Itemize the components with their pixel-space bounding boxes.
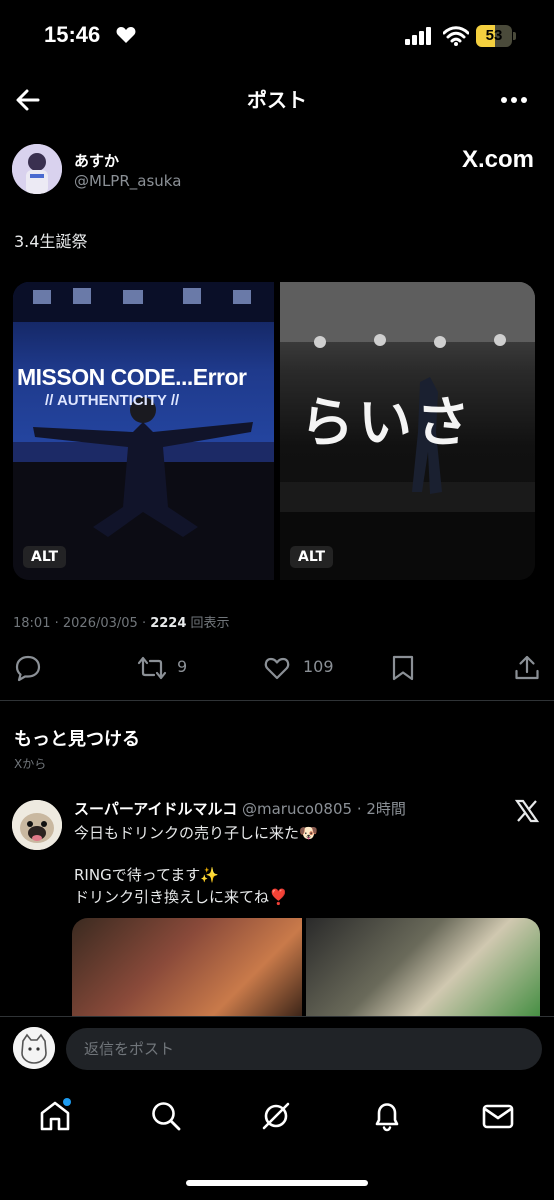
post-metadata: 18:01 · 2026/03/05 · 2224 回表示	[13, 616, 230, 631]
repost-count: 9	[177, 657, 188, 676]
tab-grok[interactable]	[258, 1098, 294, 1134]
suggested-author-handle[interactable]: @maruco0805	[242, 800, 352, 818]
reply-icon	[15, 655, 41, 682]
notification-dot	[63, 1098, 71, 1106]
reply-button[interactable]	[14, 654, 44, 682]
post-time: 18:01	[13, 616, 51, 631]
tab-notifications[interactable]	[369, 1098, 405, 1134]
top-navigation: ポスト	[0, 72, 554, 128]
user-avatar	[13, 1027, 55, 1069]
home-indicator[interactable]	[186, 1180, 368, 1186]
bookmark-button[interactable]	[390, 654, 418, 682]
search-icon	[152, 1102, 181, 1131]
source-label[interactable]: X.com	[462, 146, 534, 174]
messages-icon	[482, 1104, 514, 1129]
author-handle[interactable]: @MLPR_asuka	[74, 172, 181, 190]
banner-text: らいさ	[300, 391, 474, 454]
battery-indicator: 53	[476, 25, 516, 47]
repost-button[interactable]: 9	[137, 654, 197, 682]
post-text: 3.4生誕祭	[14, 232, 88, 251]
alt-badge[interactable]: ALT	[290, 546, 333, 568]
alt-badge[interactable]: ALT	[23, 546, 66, 568]
post-author: あすか @MLPR_asuka X.com	[12, 142, 542, 198]
heart-icon	[116, 27, 136, 43]
suggested-image-2[interactable]	[306, 918, 540, 1028]
share-icon	[515, 655, 539, 680]
suggested-post-line: 今日もドリンクの売り子しに来た🐶	[74, 824, 318, 842]
author-name[interactable]: あすか	[74, 150, 119, 171]
banner-subtext: // AUTHENTICITY //	[45, 392, 180, 409]
suggested-image-1[interactable]	[72, 918, 302, 1028]
post-date: 2026/03/05	[62, 616, 138, 631]
tab-search[interactable]	[148, 1098, 184, 1134]
battery-percent: 53	[485, 27, 503, 44]
divider	[0, 700, 554, 701]
post-media-grid: MISSON CODE...Error // AUTHENTICITY // A…	[13, 282, 535, 580]
status-bar: 15:46 53	[0, 0, 554, 72]
suggested-post-line: ドリンク引き換えしに来てね❣️	[74, 888, 288, 906]
discover-subtitle: Xから	[14, 757, 47, 771]
suggested-post-media[interactable]	[72, 918, 540, 1028]
banner-text: MISSON CODE...Error	[17, 364, 247, 390]
tab-home[interactable]	[37, 1098, 73, 1134]
like-button[interactable]: 109	[263, 654, 343, 682]
post-actions: 9 109	[0, 648, 554, 688]
more-options-icon[interactable]	[498, 84, 530, 116]
views-label: 回表示	[190, 616, 230, 631]
author-avatar[interactable]	[12, 144, 62, 194]
repost-icon	[137, 656, 167, 680]
reply-composer	[0, 1016, 554, 1084]
grok-icon	[262, 1102, 290, 1130]
reply-input[interactable]	[66, 1028, 542, 1070]
suggested-post-time: 2時間	[366, 800, 406, 818]
like-count: 109	[303, 657, 334, 676]
wifi-icon	[443, 26, 469, 46]
view-count: 2224	[150, 616, 187, 631]
notifications-icon	[375, 1103, 399, 1132]
status-time: 15:46	[44, 22, 101, 47]
x-logo-icon	[514, 799, 540, 823]
post-image-2[interactable]: らいさ ALT	[280, 282, 535, 580]
suggested-post-line: RINGで待ってます✨	[74, 866, 219, 884]
share-button[interactable]	[513, 654, 541, 682]
suggested-author-name[interactable]: スーパーアイドルマルコ	[74, 800, 237, 818]
bookmark-icon	[392, 655, 414, 681]
discover-title: もっと見つける	[14, 729, 140, 750]
heart-outline-icon	[264, 657, 290, 680]
suggested-post-header: スーパーアイドルマルコ @maruco0805 · 2時間	[74, 800, 406, 818]
page-title: ポスト	[247, 88, 307, 112]
suggested-author-avatar[interactable]	[12, 800, 62, 850]
cellular-signal-icon	[405, 27, 431, 45]
tab-messages[interactable]	[480, 1098, 516, 1134]
post-image-1[interactable]: MISSON CODE...Error // AUTHENTICITY // A…	[13, 282, 274, 580]
